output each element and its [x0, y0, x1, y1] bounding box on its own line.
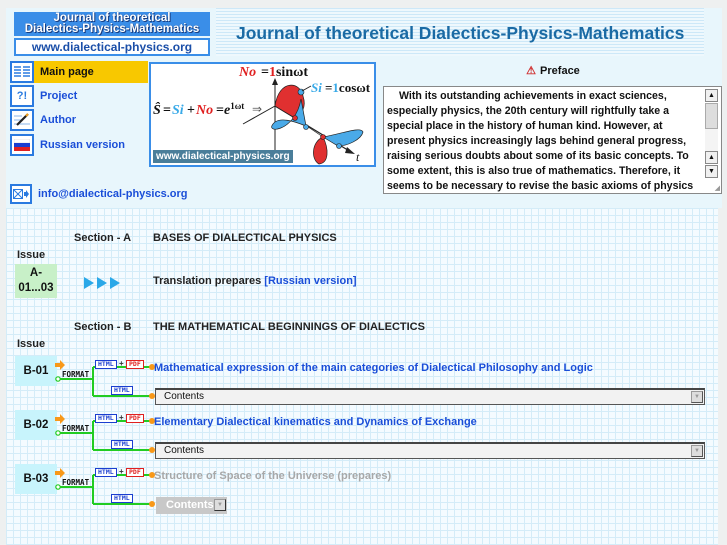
- resize-handle[interactable]: ◢: [715, 184, 720, 192]
- logo-url: www.dialectical-physics.org: [14, 38, 210, 56]
- logo-line-2: Dialectics-Physics-Mathematics: [24, 23, 200, 35]
- html-format-link[interactable]: HTML: [95, 414, 117, 423]
- nav-label: Project: [40, 90, 78, 102]
- svg-text:Si: Si: [172, 103, 184, 118]
- preface-title: Preface: [540, 65, 580, 77]
- html-contents-link[interactable]: HTML: [111, 440, 133, 449]
- scrollbar-thumb[interactable]: [705, 103, 718, 129]
- scroll-up-button-2[interactable]: ▲: [705, 151, 718, 164]
- section-a-label: Section - A: [74, 232, 132, 244]
- issue-id-line2: 01...03: [18, 282, 54, 294]
- section-a-title: BASES OF DIALECTICAL PHYSICS: [153, 232, 337, 244]
- issue-b-01: B-01: [15, 356, 57, 386]
- preface-heading: ⚠ Preface: [384, 64, 722, 77]
- article-b02-link[interactable]: Elementary Dialectical kinematics and Dy…: [154, 416, 477, 428]
- mail-icon: [10, 184, 32, 204]
- nav-label: Russian version: [40, 139, 125, 151]
- format-label: FORMAT: [62, 370, 90, 379]
- issue-b-02: B-02: [15, 410, 57, 440]
- pen-icon: [10, 109, 34, 131]
- nav-label: Author: [40, 114, 77, 126]
- svg-text:=1cosωt: =1cosωt: [325, 80, 371, 95]
- preface-text: With its outstanding achievements in exa…: [387, 90, 694, 192]
- nav-project[interactable]: ?! Project: [10, 85, 148, 107]
- question-exclamation-icon: ?!: [10, 85, 34, 107]
- html-format-link[interactable]: HTML: [95, 468, 117, 477]
- pdf-format-link[interactable]: PDF: [126, 414, 144, 423]
- format-label: FORMAT: [62, 424, 90, 433]
- header: Journal of theoretical Dialectics-Physic…: [6, 8, 722, 56]
- formula-no: No: [238, 65, 256, 80]
- nav-main-page[interactable]: Main page: [10, 61, 148, 83]
- scroll-down-button[interactable]: ▼: [705, 165, 718, 178]
- issue-id-line1: A-: [29, 267, 43, 279]
- svg-text:=: =: [163, 103, 171, 118]
- scroll-up-button[interactable]: ▲: [705, 89, 718, 102]
- plus-sign: +: [119, 413, 124, 422]
- article-b03-title: Structure of Space of the Universe (prep…: [154, 470, 392, 482]
- russian-flag-icon: [10, 134, 34, 156]
- html-contents-link[interactable]: HTML: [111, 386, 133, 395]
- top-panel: Main page ?! Project Author Russian vers…: [6, 56, 722, 208]
- issue-a-01-03: A- 01...03: [15, 264, 57, 298]
- translation-status: Translation prepares: [153, 275, 262, 287]
- contents-select-b01[interactable]: Contents ▼: [155, 388, 705, 405]
- svg-text:+: +: [187, 103, 195, 118]
- nav-label: Main page: [40, 66, 94, 78]
- select-value: Contents: [164, 445, 205, 456]
- format-label: FORMAT: [62, 478, 90, 487]
- banner-url: www.dialectical-physics.org: [153, 150, 293, 163]
- section-b-label: Section - B: [74, 321, 132, 333]
- russian-version-link[interactable]: [Russian version]: [264, 275, 356, 287]
- svg-text:Si: Si: [311, 80, 322, 95]
- select-value: Contents: [166, 499, 214, 511]
- article-b01-link[interactable]: Mathematical expression of the main cate…: [154, 362, 593, 374]
- svg-text:=e1ωt: =e1ωt: [216, 101, 244, 118]
- pdf-format-link[interactable]: PDF: [126, 468, 144, 477]
- site-logo[interactable]: Journal of theoretical Dialectics-Physic…: [10, 10, 210, 56]
- svg-text:=1sinωt: =1sinωt: [261, 65, 308, 80]
- nav-russian-version[interactable]: Russian version: [10, 134, 148, 156]
- issue-header-a: Issue: [17, 249, 46, 261]
- issue-a-status: Translation prepares [Russian version]: [153, 275, 357, 287]
- email-link[interactable]: info@dialectical-physics.org: [10, 184, 187, 204]
- svg-text:No: No: [195, 103, 213, 118]
- issue-header-b: Issue: [17, 338, 46, 350]
- html-format-link[interactable]: HTML: [95, 360, 117, 369]
- page-title: Journal of theoretical Dialectics-Physic…: [236, 23, 685, 43]
- logo-title: Journal of theoretical Dialectics-Physic…: [14, 12, 210, 36]
- chevron-down-icon: ▼: [214, 499, 226, 511]
- chevron-down-icon: ▼: [691, 391, 703, 403]
- pdf-format-link[interactable]: PDF: [126, 360, 144, 369]
- html-contents-link[interactable]: HTML: [111, 494, 133, 503]
- banner-image: No =1sinωt Si =1cosωt Ŝ = Si + No =e1ωt …: [149, 62, 376, 167]
- email-text: info@dialectical-physics.org: [38, 188, 188, 200]
- svg-text:t: t: [356, 150, 360, 164]
- chevron-down-icon: ▼: [691, 445, 703, 457]
- book-icon: [10, 61, 34, 83]
- contents-select-b03-disabled: Contents ▼: [156, 497, 227, 514]
- triple-arrow-icon: [84, 276, 122, 294]
- preface-textarea[interactable]: With its outstanding achievements in exa…: [383, 86, 722, 194]
- select-value: Contents: [164, 391, 205, 402]
- section-b-title: THE MATHEMATICAL BEGINNINGS OF DIALECTIC…: [153, 321, 425, 333]
- issue-b-03: B-03: [15, 464, 57, 494]
- plus-sign: +: [119, 359, 124, 368]
- nav-author[interactable]: Author: [10, 109, 148, 131]
- warning-icon: ⚠: [526, 65, 537, 77]
- contents-select-b02[interactable]: Contents ▼: [155, 442, 705, 459]
- plus-sign: +: [119, 467, 124, 476]
- issues-grid: Section - A BASES OF DIALECTICAL PHYSICS…: [6, 208, 718, 545]
- title-band: Journal of theoretical Dialectics-Physic…: [216, 8, 704, 56]
- svg-text:Ŝ: Ŝ: [153, 101, 161, 118]
